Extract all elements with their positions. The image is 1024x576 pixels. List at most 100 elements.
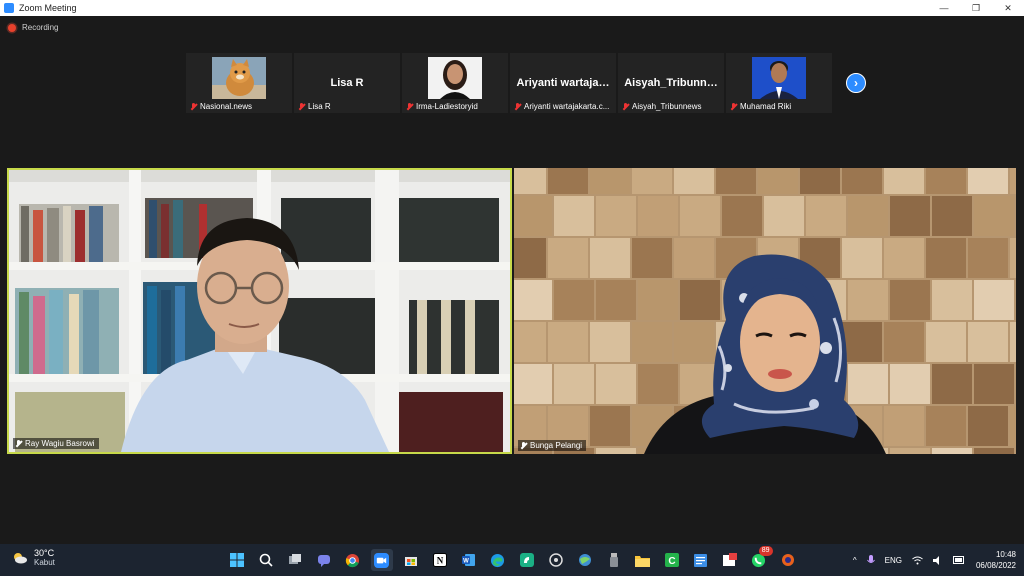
speaker-video-tile[interactable]: Bunga Pelangi (514, 168, 1016, 454)
weather-widget[interactable]: 30°C Kabut (12, 548, 55, 568)
usb-icon[interactable] (603, 549, 625, 571)
wood-block (1010, 406, 1016, 446)
participant-display-name: Ariyanti wartaja… (516, 77, 610, 89)
mic-muted-icon (406, 102, 413, 111)
mic-muted-icon (520, 441, 527, 450)
teams-chat-icon[interactable] (313, 549, 335, 571)
wood-block (974, 364, 1014, 404)
battery-icon[interactable] (952, 556, 965, 564)
svg-text:N: N (436, 556, 443, 566)
paint-icon[interactable] (719, 549, 741, 571)
participant-strip: Nasional.news Lisa R Lisa R Irma-Ladiest… (186, 53, 832, 113)
wood-block (596, 364, 636, 404)
file-explorer-icon[interactable] (632, 549, 654, 571)
wood-block (548, 168, 588, 194)
wood-block (638, 364, 678, 404)
wood-block (974, 196, 1014, 236)
wood-block (596, 448, 636, 454)
camtasia-icon[interactable]: C (661, 549, 683, 571)
participant-caption: Muhamad Riki (730, 102, 791, 111)
wood-block (554, 196, 594, 236)
wood-block (554, 364, 594, 404)
mic-muted-icon (730, 102, 737, 111)
wood-block (890, 364, 930, 404)
search-icon[interactable] (255, 549, 277, 571)
wood-block (926, 168, 966, 194)
participant-display-name: Aisyah_Tribunn… (624, 77, 718, 89)
wood-block (590, 322, 630, 362)
media-icon[interactable] (777, 549, 799, 571)
participant-tile[interactable]: Lisa R Lisa R (294, 53, 400, 113)
wood-block (632, 238, 672, 278)
svg-text:W: W (463, 559, 469, 565)
photos-icon[interactable] (545, 549, 567, 571)
edge-icon[interactable] (487, 549, 509, 571)
taskbar-clock[interactable]: 10:48 06/08/2022 (976, 549, 1016, 571)
participant-tile[interactable]: Ariyanti wartaja… Ariyanti wartajakarta.… (510, 53, 616, 113)
participant-caption: Ariyanti wartajakarta.c... (514, 102, 609, 111)
wood-block (848, 364, 888, 404)
wood-block (968, 406, 1008, 446)
app-green-icon[interactable] (516, 549, 538, 571)
zoom-icon[interactable] (370, 549, 393, 571)
word-icon[interactable]: W (458, 549, 480, 571)
participant-name: Ariyanti wartajakarta.c... (524, 102, 610, 111)
wood-block (680, 280, 720, 320)
meeting-area: Recording Nasional.news Lisa R Lisa R Ir… (0, 16, 1024, 544)
participant-tile[interactable]: Irma-Ladiestoryid (402, 53, 508, 113)
microphone-icon[interactable] (866, 554, 875, 566)
task-view-icon[interactable] (284, 549, 306, 571)
participant-tile[interactable]: Muhamad Riki (726, 53, 832, 113)
participant-caption: Aisyah_Tribunnews (622, 102, 702, 111)
mic-muted-icon (622, 102, 629, 111)
wood-block (974, 448, 1014, 454)
participant-caption: Lisa R (298, 102, 331, 111)
close-button[interactable]: ✕ (992, 0, 1024, 16)
window-title: Zoom Meeting (19, 3, 77, 13)
minimize-button[interactable]: — (928, 0, 960, 16)
speaker-name: Bunga Pelangi (530, 441, 583, 450)
chrome-icon[interactable] (342, 549, 364, 571)
wood-block (1010, 322, 1016, 362)
whatsapp-icon[interactable]: 89 (748, 546, 773, 571)
notepad-icon[interactable] (690, 549, 712, 571)
zoom-app-icon (4, 3, 14, 13)
wood-block (848, 196, 888, 236)
chevron-right-icon: › (854, 76, 858, 90)
wood-block (848, 280, 888, 320)
speaker-icon[interactable] (932, 555, 943, 565)
speaker-video-tile[interactable]: Ray Wagiu Basrowi (7, 168, 512, 454)
wood-block (514, 322, 546, 362)
maximize-button[interactable]: ❐ (960, 0, 992, 16)
wood-block (968, 168, 1008, 194)
wood-block (514, 280, 552, 320)
system-tray: ^ ENG 10:48 06/08/2022 (848, 544, 1016, 576)
svg-text:C: C (668, 556, 675, 567)
wood-block (842, 322, 882, 362)
wood-block (932, 280, 972, 320)
window-titlebar: Zoom Meeting — ❐ ✕ (0, 0, 1024, 16)
recording-indicator[interactable]: Recording (8, 23, 58, 32)
participant-name: Nasional.news (200, 102, 253, 111)
wood-block (590, 406, 630, 446)
wood-block (632, 322, 672, 362)
chevron-up-icon[interactable]: ^ (853, 556, 857, 565)
participant-tile[interactable]: Aisyah_Tribunn… Aisyah_Tribunnews (618, 53, 724, 113)
participant-tile[interactable]: Nasional.news (186, 53, 292, 113)
wood-block (548, 238, 588, 278)
wifi-icon[interactable] (912, 556, 923, 565)
wood-block (926, 322, 966, 362)
store-icon[interactable] (400, 549, 422, 571)
next-page-button[interactable]: › (846, 73, 866, 93)
wood-block (932, 364, 972, 404)
participant-name: Aisyah_Tribunnews (632, 102, 702, 111)
participant-name: Lisa R (308, 102, 331, 111)
wood-block (554, 280, 594, 320)
windows-taskbar: 30°C Kabut N W C 89 ^ ENG 10:48 06/08/20… (0, 544, 1024, 576)
wood-block (514, 196, 552, 236)
notion-icon[interactable]: N (429, 549, 451, 571)
windows-start-icon[interactable] (226, 549, 248, 571)
wood-block (680, 196, 720, 236)
language-indicator[interactable]: ENG (885, 556, 902, 565)
browser-globe-icon[interactable] (574, 549, 596, 571)
